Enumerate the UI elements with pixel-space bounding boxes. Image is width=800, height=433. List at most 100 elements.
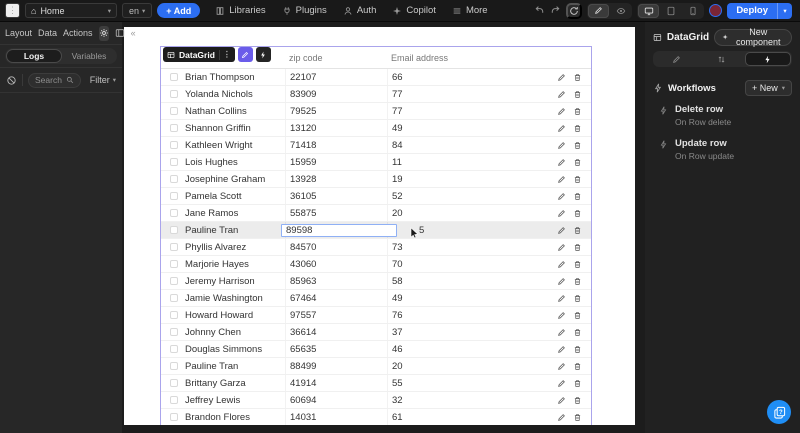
row-checkbox[interactable]	[170, 294, 178, 302]
cell-zip[interactable]: 43060	[285, 256, 387, 272]
cell-email[interactable]: 70	[387, 256, 553, 272]
table-row[interactable]: Pauline Tran 88499 20	[161, 358, 591, 375]
edit-row-button[interactable]	[553, 328, 569, 337]
edit-row-button[interactable]	[553, 260, 569, 269]
delete-row-button[interactable]	[569, 243, 585, 252]
delete-row-button[interactable]	[569, 345, 585, 354]
table-row[interactable]: Shannon Griffin 13120 49	[161, 120, 591, 137]
cell-name[interactable]: Shannon Griffin	[181, 123, 285, 134]
panel-layout-button[interactable]	[115, 26, 125, 41]
row-checkbox[interactable]	[170, 124, 178, 132]
cell-email[interactable]: 37	[387, 324, 553, 340]
edit-row-button[interactable]	[553, 311, 569, 320]
cell-email[interactable]: 32	[387, 392, 553, 408]
column-header-zip[interactable]: zip code	[285, 53, 387, 63]
deploy-options-button[interactable]: ▾	[777, 2, 792, 19]
cell-zip[interactable]: 79525	[285, 103, 387, 119]
cell-email[interactable]: 52	[387, 188, 553, 204]
cell-zip[interactable]: 15959	[285, 154, 387, 170]
delete-row-button[interactable]	[569, 260, 585, 269]
cell-name[interactable]: Nathan Collins	[181, 106, 285, 117]
row-checkbox[interactable]	[170, 260, 178, 268]
table-row[interactable]: Pauline Tran 5	[161, 222, 591, 239]
cell-name[interactable]: Lois Hughes	[181, 157, 285, 168]
cell-name[interactable]: Phyllis Alvarez	[181, 242, 285, 253]
cell-email[interactable]: 49	[387, 290, 553, 306]
cell-name[interactable]: Jamie Washington	[181, 293, 285, 304]
cell-email[interactable]: 77	[387, 103, 553, 119]
cell-name[interactable]: Kathleen Wright	[181, 140, 285, 151]
cell-zip[interactable]: 84570	[285, 239, 387, 255]
cell-email[interactable]: 46	[387, 341, 553, 357]
zip-edit-input[interactable]	[281, 224, 397, 237]
edit-row-button[interactable]	[553, 379, 569, 388]
nav-copilot[interactable]: Copilot	[385, 3, 443, 18]
phone-view-button[interactable]	[682, 4, 703, 18]
edit-row-button[interactable]	[553, 124, 569, 133]
row-checkbox[interactable]	[170, 192, 178, 200]
row-checkbox[interactable]	[170, 226, 178, 234]
delete-row-button[interactable]	[569, 396, 585, 405]
nav-libraries[interactable]: Libraries	[208, 3, 272, 18]
cell-zip[interactable]: 67464	[285, 290, 387, 306]
settings-gear-button[interactable]	[98, 25, 109, 41]
tab-layout[interactable]: Layout	[5, 28, 32, 38]
user-avatar[interactable]	[709, 4, 723, 17]
cell-name[interactable]: Yolanda Nichols	[181, 89, 285, 100]
tab-sort[interactable]	[699, 52, 743, 66]
cell-name[interactable]: Josephine Graham	[181, 174, 285, 185]
undo-button[interactable]	[534, 5, 545, 16]
datagrid-component[interactable]: DataGrid ⋮ zip code Email address Brian …	[160, 46, 592, 425]
delete-row-button[interactable]	[569, 328, 585, 337]
app-page[interactable]: DataGrid ⋮ zip code Email address Brian …	[124, 27, 635, 425]
edit-row-button[interactable]	[553, 107, 569, 116]
cell-email[interactable]: 11	[387, 154, 553, 170]
cell-name[interactable]: Douglas Simmons	[181, 344, 285, 355]
table-row[interactable]: Kathleen Wright 71418 84	[161, 137, 591, 154]
edit-row-button[interactable]	[553, 345, 569, 354]
row-checkbox[interactable]	[170, 413, 178, 421]
delete-row-button[interactable]	[569, 294, 585, 303]
row-checkbox[interactable]	[170, 107, 178, 115]
cell-name[interactable]: Howard Howard	[181, 310, 285, 321]
delete-row-button[interactable]	[569, 413, 585, 422]
table-row[interactable]: Douglas Simmons 65635 46	[161, 341, 591, 358]
cell-name[interactable]: Pauline Tran	[181, 225, 285, 236]
cell-zip[interactable]: 13928	[285, 171, 387, 187]
workflow-item-delete-row[interactable]: Delete row On Row delete	[653, 98, 792, 132]
row-checkbox[interactable]	[170, 311, 178, 319]
delete-row-button[interactable]	[569, 226, 585, 235]
cell-email[interactable]: 58	[387, 273, 553, 289]
cell-name[interactable]: Marjorie Hayes	[181, 259, 285, 270]
cell-zip[interactable]: 85963	[285, 273, 387, 289]
delete-row-button[interactable]	[569, 379, 585, 388]
cell-name[interactable]: Jeremy Harrison	[181, 276, 285, 287]
row-checkbox[interactable]	[170, 73, 178, 81]
cell-email[interactable]: 76	[387, 307, 553, 323]
table-row[interactable]: Johnny Chen 36614 37	[161, 324, 591, 341]
cell-email[interactable]: 66	[387, 69, 553, 85]
cell-zip[interactable]: 83909	[285, 86, 387, 102]
cell-email[interactable]: 61	[387, 409, 553, 425]
table-row[interactable]: Nathan Collins 79525 77	[161, 103, 591, 120]
cell-name[interactable]: Brandon Flores	[181, 412, 285, 423]
cell-email[interactable]: 20	[387, 205, 553, 221]
delete-row-button[interactable]	[569, 277, 585, 286]
delete-row-button[interactable]	[569, 107, 585, 116]
table-row[interactable]: Jeremy Harrison 85963 58	[161, 273, 591, 290]
page-selector[interactable]: ⌂ Home ▾	[25, 3, 117, 18]
row-checkbox[interactable]	[170, 209, 178, 217]
cell-zip[interactable]: 41914	[285, 375, 387, 391]
nav-more[interactable]: More	[445, 3, 495, 18]
delete-row-button[interactable]	[569, 141, 585, 150]
cell-zip[interactable]: 97557	[285, 307, 387, 323]
cell-email[interactable]: 73	[387, 239, 553, 255]
edit-row-button[interactable]	[553, 243, 569, 252]
edit-row-button[interactable]	[553, 90, 569, 99]
cell-name[interactable]: Brian Thompson	[181, 72, 285, 83]
edit-row-button[interactable]	[553, 209, 569, 218]
row-checkbox[interactable]	[170, 345, 178, 353]
cell-name[interactable]: Jeffrey Lewis	[181, 395, 285, 406]
clear-logs-button[interactable]	[6, 75, 17, 86]
table-row[interactable]: Jamie Washington 67464 49	[161, 290, 591, 307]
